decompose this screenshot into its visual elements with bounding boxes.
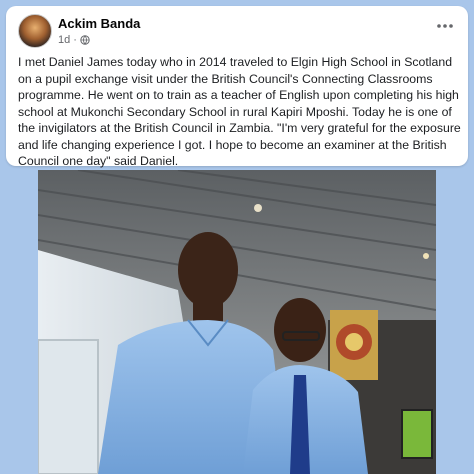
- post-meta: 1d ·: [58, 34, 90, 46]
- post-text: I met Daniel James today who in 2014 tra…: [18, 55, 461, 168]
- post-time[interactable]: 1d: [58, 34, 70, 46]
- post-card: Ackim Banda 1d · I met Daniel James toda…: [6, 6, 468, 168]
- meta-separator: ·: [73, 34, 77, 46]
- more-dots-icon[interactable]: [436, 18, 454, 29]
- globe-icon: [80, 35, 90, 45]
- post-photo[interactable]: [38, 170, 436, 474]
- author-name[interactable]: Ackim Banda: [58, 16, 140, 31]
- post-container: Ackim Banda 1d · I met Daniel James toda…: [0, 0, 474, 474]
- avatar[interactable]: [18, 14, 52, 48]
